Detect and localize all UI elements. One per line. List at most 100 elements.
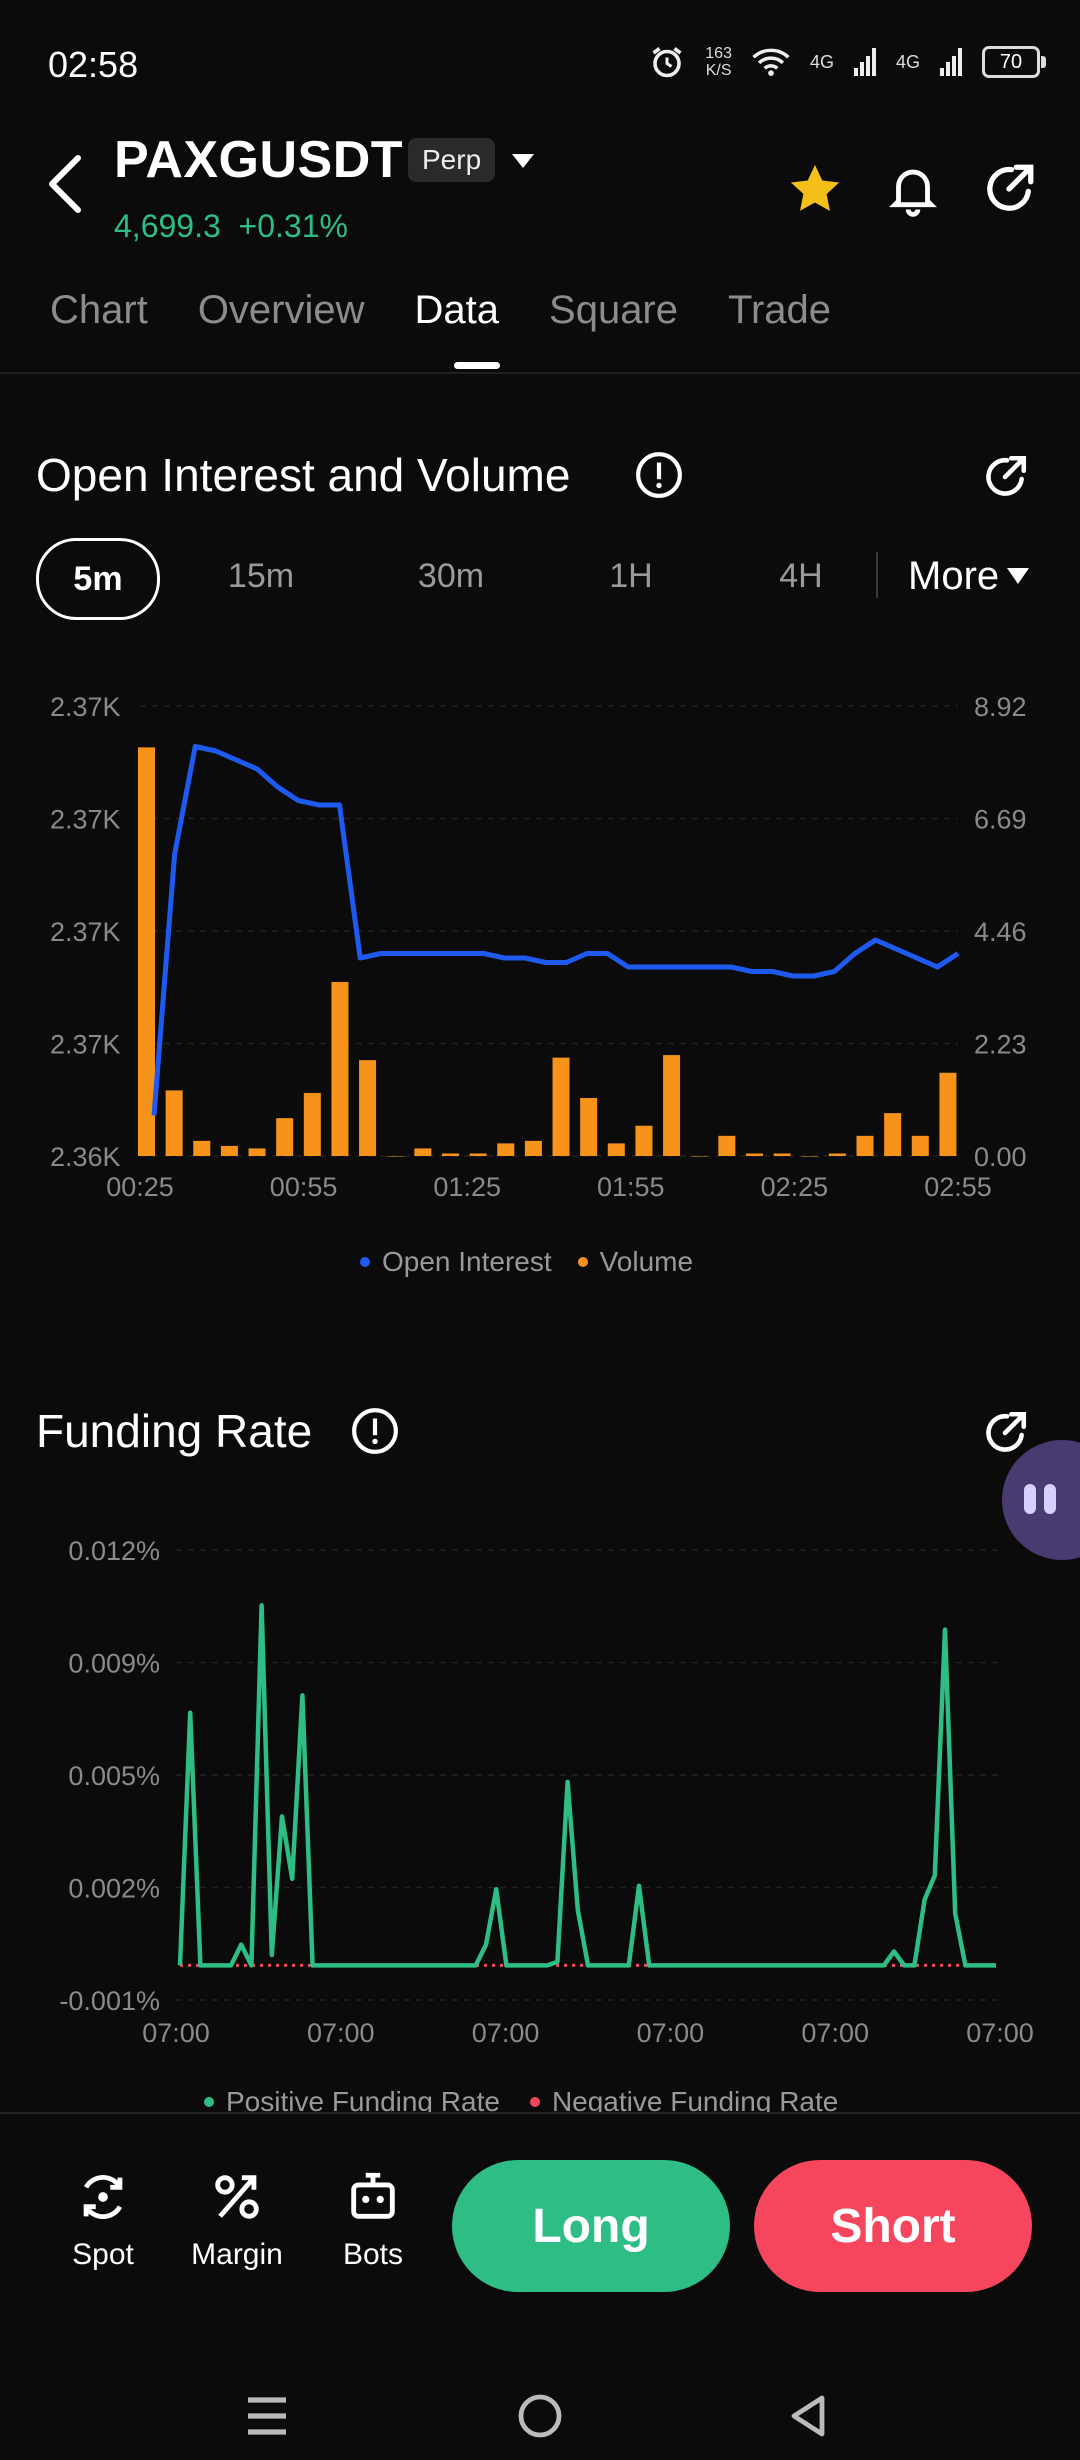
x-tick-label: 02:55 (924, 1172, 992, 1202)
info-icon[interactable] (350, 1406, 400, 1456)
y-left-tick-label: 2.37K (50, 692, 121, 722)
volume-bar (193, 1140, 211, 1156)
interval-30m[interactable]: 30m (416, 538, 486, 614)
wifi-icon (752, 48, 790, 76)
volume-bar (303, 1092, 321, 1156)
y-right-tick-label: 8.92 (974, 692, 1027, 722)
volume-bar (386, 1156, 404, 1157)
volume-bar (276, 1118, 294, 1156)
volume-bar (552, 1057, 570, 1156)
bots-button[interactable]: Bots (318, 2168, 428, 2272)
info-icon[interactable] (634, 450, 684, 500)
signal-icon: 4G (809, 51, 834, 72)
short-button[interactable]: Short (754, 2160, 1032, 2292)
robot-icon (351, 2172, 395, 2219)
interval-5m[interactable]: 5m (36, 538, 160, 620)
volume-bar (828, 1153, 846, 1156)
back-arrow-icon[interactable] (42, 152, 90, 216)
y-right-tick-label: 4.46 (974, 917, 1027, 947)
volume-bar (607, 1143, 625, 1156)
x-tick-label: 01:25 (433, 1172, 501, 1202)
last-price: 4,699.3 (114, 208, 221, 244)
active-tab-indicator (454, 362, 500, 369)
volume-bar (690, 1156, 708, 1157)
volume-bar (635, 1125, 653, 1156)
volume-bar (220, 1145, 238, 1156)
share-icon[interactable] (980, 452, 1030, 502)
interval-15m[interactable]: 15m (226, 538, 296, 614)
share-icon[interactable] (980, 160, 1038, 218)
x-tick-label: 07:00 (472, 2018, 540, 2048)
volume-bar (165, 1090, 183, 1156)
positive-funding-line (177, 1603, 996, 1968)
more-intervals-button[interactable]: More (908, 538, 1030, 614)
interval-4h[interactable]: 4H (766, 538, 836, 614)
volume-bar (718, 1135, 736, 1156)
system-nav-bar (0, 2370, 1080, 2460)
net-speed: 163 K/S (705, 45, 732, 79)
caret-down-icon (1007, 568, 1030, 584)
y-right-tick-label: 6.69 (974, 805, 1027, 835)
volume-bar (248, 1148, 266, 1156)
volume-bar (939, 1072, 957, 1156)
section-title-funding: Funding Rate (36, 1405, 313, 1457)
tab-bar: Chart Overview Data Square Trade (50, 288, 881, 333)
chevron-down-icon[interactable] (512, 154, 534, 168)
symbol-title[interactable]: PAXGUSDT (114, 130, 403, 190)
home-icon[interactable] (516, 2392, 564, 2440)
divider (0, 372, 1080, 374)
y-tick-label: 0.002% (68, 1874, 160, 1904)
margin-button[interactable]: Margin (182, 2168, 292, 2272)
x-tick-label: 07:00 (307, 2018, 375, 2048)
percent-change: +0.31% (238, 208, 348, 244)
menu-icon[interactable] (244, 2394, 290, 2438)
volume-bar (359, 1060, 377, 1156)
y-right-tick-label: 2.23 (974, 1030, 1027, 1060)
interval-1h[interactable]: 1H (596, 538, 666, 614)
x-tick-label: 01:55 (597, 1172, 665, 1202)
x-tick-label: 07:00 (801, 2018, 869, 2048)
volume-bar (414, 1148, 432, 1156)
open-interest-volume-chart[interactable]: 2.37K 2.37K 2.37K 2.37K 2.36K 8.92 6.69 4.46 2.2… (0, 660, 1080, 1300)
volume-bar (663, 1055, 681, 1156)
x-tick-label: 07:00 (966, 2018, 1034, 2048)
y-tick-label: -0.001% (59, 1986, 160, 2016)
legend-dot-negative (529, 2097, 540, 2107)
perp-badge[interactable]: Perp (408, 138, 496, 182)
status-time: 02:58 (48, 44, 139, 85)
tab-data[interactable]: Data (415, 288, 500, 333)
star-icon[interactable] (786, 160, 844, 218)
x-tick-label: 02:25 (761, 1172, 829, 1202)
spot-icon (83, 2174, 123, 2220)
margin-icon (215, 2175, 259, 2219)
signal-icon: 4G (895, 51, 920, 72)
legend-label-volume: Volume (599, 1246, 694, 1277)
divider (876, 552, 878, 598)
tab-square[interactable]: Square (549, 288, 678, 333)
divider (0, 2112, 1080, 2114)
tab-trade[interactable]: Trade (728, 288, 831, 333)
x-tick-label: 00:25 (106, 1172, 174, 1202)
interval-selector: 5m 15m 30m 1H 4H More (36, 538, 1046, 620)
legend-label-oi: Open Interest (382, 1246, 552, 1277)
y-tick-label: 0.005% (68, 1761, 160, 1791)
long-button[interactable]: Long (452, 2160, 730, 2292)
share-icon[interactable] (980, 1408, 1030, 1458)
volume-bar (801, 1156, 819, 1157)
volume-bar (524, 1140, 542, 1156)
y-tick-label: 0.012% (68, 1536, 160, 1566)
spot-button[interactable]: Spot (48, 2168, 158, 2272)
battery-icon: 70 (982, 46, 1046, 78)
volume-bar (138, 747, 155, 1156)
tab-overview[interactable]: Overview (198, 288, 365, 333)
alarm-icon (652, 47, 682, 78)
tab-chart[interactable]: Chart (50, 288, 148, 333)
status-icons: 163 K/S 4G 4G 70 (649, 44, 1046, 80)
signal-bars-icon (853, 48, 876, 76)
x-tick-label: 07:00 (142, 2018, 210, 2048)
status-bar: 02:58 163 K/S 4G 4G 70 (0, 0, 1080, 130)
bell-icon[interactable] (884, 160, 942, 218)
legend-dot-oi (360, 1257, 370, 1267)
back-icon[interactable] (786, 2392, 830, 2440)
funding-rate-chart[interactable]: 0.012%0.009%0.005%0.002%-0.001%07:00 07:0… (0, 1520, 1080, 2080)
